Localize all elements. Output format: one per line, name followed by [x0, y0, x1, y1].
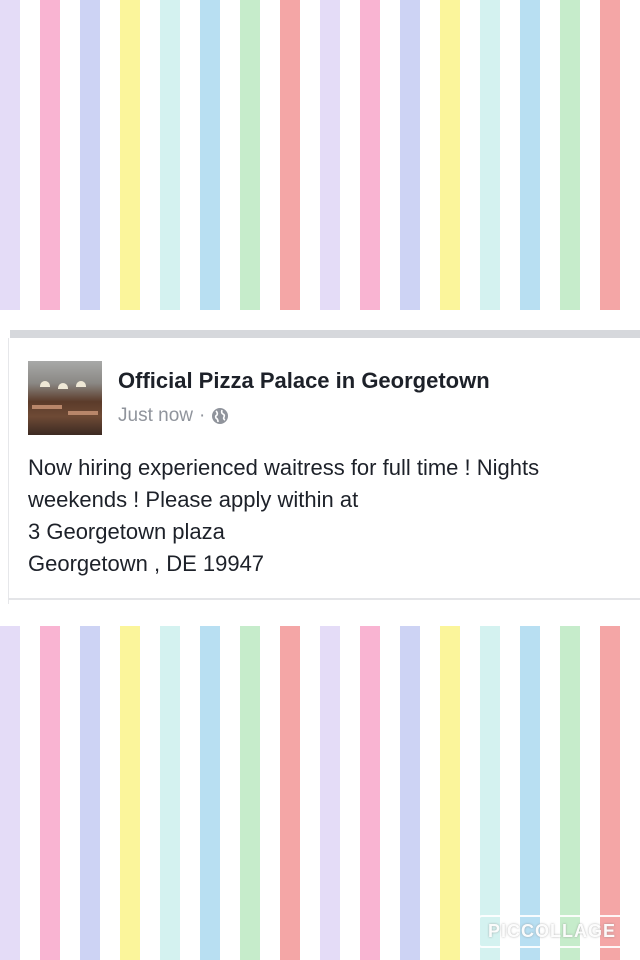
globe-icon[interactable]: [211, 407, 229, 425]
striped-background-bottom: [0, 626, 640, 960]
page-avatar[interactable]: [28, 361, 102, 435]
meta-separator: ·: [198, 405, 206, 426]
card-bottom-divider: [8, 598, 640, 600]
post-timestamp[interactable]: Just now: [118, 405, 193, 427]
post-body: Now hiring experienced waitress for full…: [28, 452, 640, 580]
post-meta: Just now ·: [118, 405, 229, 427]
post-line: 3 Georgetown plaza: [28, 519, 225, 544]
post-line: Now hiring experienced waitress for full…: [28, 455, 540, 480]
post-line: weekends ! Please apply within at: [28, 487, 359, 512]
page-name-link[interactable]: Official Pizza Palace in Georgetown: [118, 368, 490, 394]
striped-background-top: [0, 0, 640, 310]
card-top-border: [10, 330, 640, 338]
post-line: Georgetown , DE 19947: [28, 551, 265, 576]
piccollage-watermark: PICCOLLAGE: [477, 915, 626, 948]
